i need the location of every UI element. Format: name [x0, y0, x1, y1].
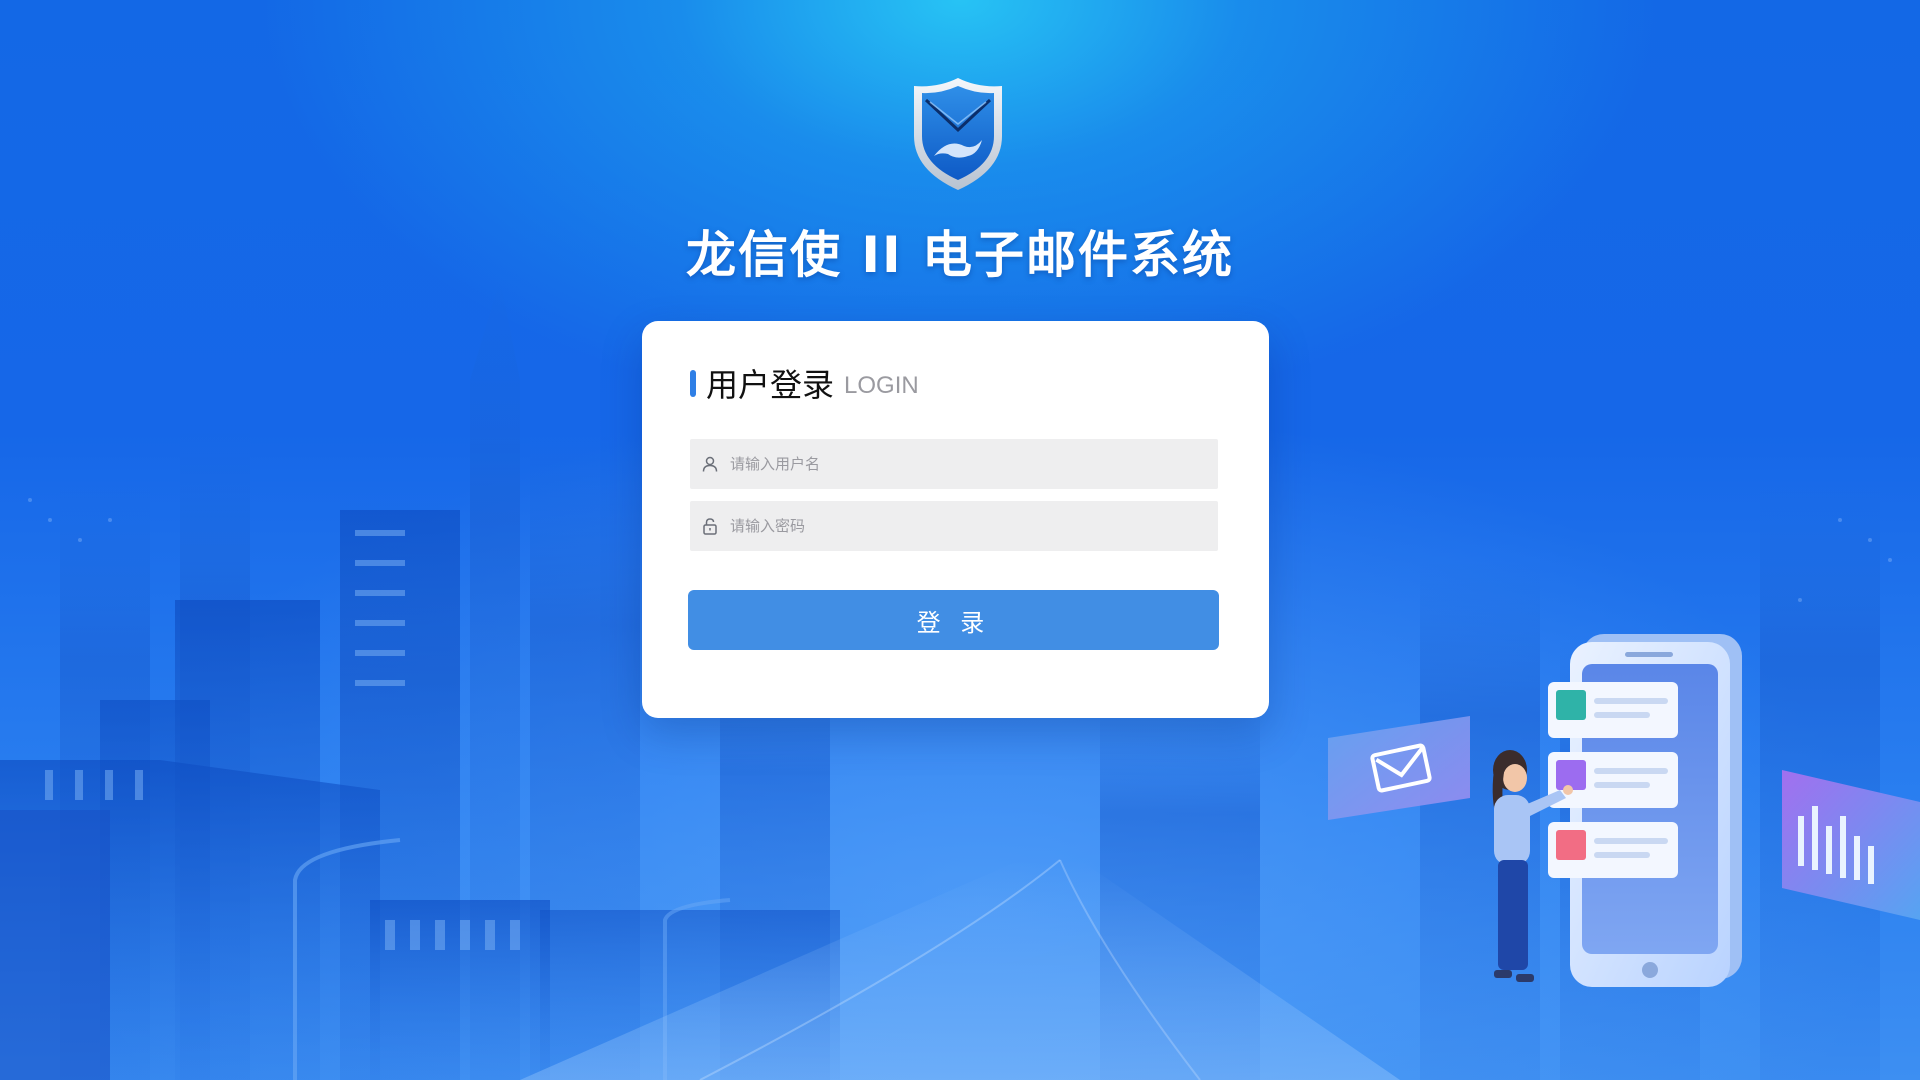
title-accent-bar: [690, 369, 696, 397]
login-card: 用户登录 LOGIN 登 录: [642, 321, 1269, 718]
user-icon: [700, 454, 720, 474]
username-input[interactable]: [730, 439, 1218, 489]
shield-envelope-dragon-icon: [914, 78, 1002, 190]
card-title: 用户登录: [706, 366, 835, 404]
card-subtitle: LOGIN: [844, 372, 919, 399]
password-field[interactable]: [690, 501, 1218, 551]
card-header: 用户登录 LOGIN: [690, 361, 919, 405]
login-button[interactable]: 登 录: [688, 590, 1219, 650]
lock-icon: [700, 516, 720, 536]
password-input[interactable]: [730, 501, 1218, 551]
system-title: 龙信使 II 电子邮件系统: [685, 226, 1235, 284]
mail-app-illustration: [1328, 634, 1920, 987]
username-field[interactable]: [690, 439, 1218, 489]
